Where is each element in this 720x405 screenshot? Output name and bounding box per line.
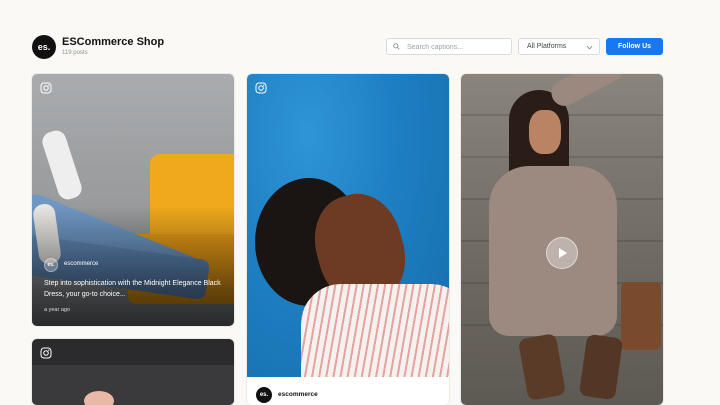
author-name: escommerce	[278, 391, 318, 398]
play-icon	[559, 248, 567, 258]
search-icon	[393, 43, 400, 50]
post-image	[247, 74, 449, 377]
play-button[interactable]	[546, 237, 578, 269]
post-card[interactable]: es. escommerce	[247, 74, 449, 405]
feed-header: es. ESCommerce Shop 119 posts All Platfo…	[32, 34, 664, 60]
brand-avatar: es.	[32, 35, 56, 59]
post-count: 119 posts	[62, 50, 88, 56]
post-time: a year ago	[44, 307, 70, 313]
author-avatar: es.	[256, 387, 272, 403]
follow-button[interactable]: Follow Us	[606, 38, 663, 55]
instagram-icon	[255, 82, 267, 94]
author-name: escommerce	[64, 261, 99, 267]
brand-name: ESCommerce Shop	[62, 36, 165, 48]
author-avatar: es.	[44, 258, 58, 272]
post-caption: Step into sophistication with the Midnig…	[44, 280, 221, 298]
post-card[interactable]: es. escommerce Step into sophistication …	[32, 74, 234, 326]
chevron-down-icon	[586, 45, 593, 50]
post-card[interactable]	[461, 74, 663, 405]
platform-select-value: All Platforms	[527, 43, 567, 50]
search-box[interactable]	[386, 38, 512, 55]
instagram-icon	[40, 347, 52, 359]
instagram-icon	[40, 82, 52, 94]
search-input[interactable]	[405, 40, 509, 55]
post-card[interactable]	[32, 339, 234, 405]
platform-select[interactable]: All Platforms	[518, 38, 600, 55]
